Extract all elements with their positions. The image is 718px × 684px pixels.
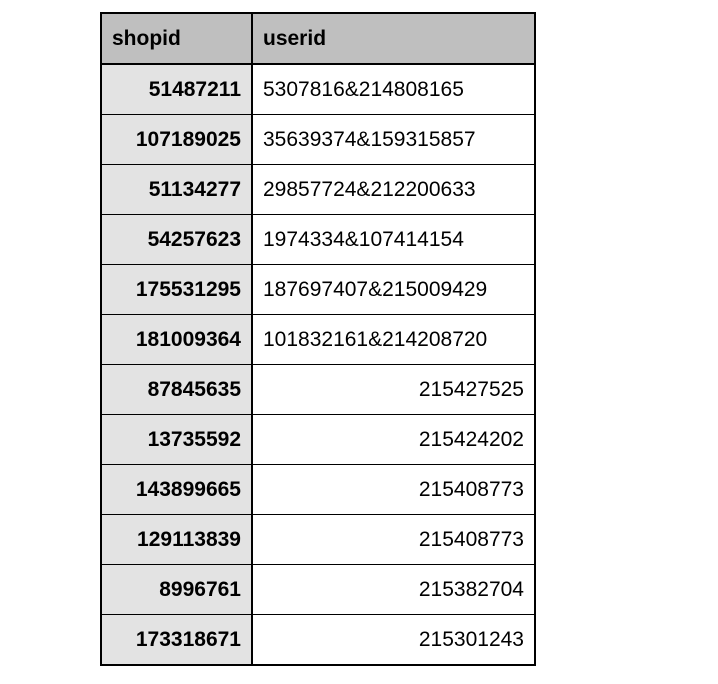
table-header-row: shopid userid xyxy=(101,13,535,64)
table-row: 181009364 101832161&214208720 xyxy=(101,315,535,365)
cell-userid: 187697407&215009429 xyxy=(252,265,535,315)
cell-shopid: 143899665 xyxy=(101,465,252,515)
cell-userid: 29857724&212200633 xyxy=(252,165,535,215)
cell-shopid: 181009364 xyxy=(101,315,252,365)
cell-shopid: 107189025 xyxy=(101,115,252,165)
cell-userid: 215382704 xyxy=(252,565,535,615)
table-row: 107189025 35639374&159315857 xyxy=(101,115,535,165)
cell-userid: 215408773 xyxy=(252,465,535,515)
cell-shopid: 51487211 xyxy=(101,64,252,115)
cell-userid: 215424202 xyxy=(252,415,535,465)
cell-shopid: 13735592 xyxy=(101,415,252,465)
table-row: 87845635 215427525 xyxy=(101,365,535,415)
table-row: 13735592 215424202 xyxy=(101,415,535,465)
table-row: 51134277 29857724&212200633 xyxy=(101,165,535,215)
cell-shopid: 129113839 xyxy=(101,515,252,565)
cell-userid: 101832161&214208720 xyxy=(252,315,535,365)
header-shopid: shopid xyxy=(101,13,252,64)
table-row: 175531295 187697407&215009429 xyxy=(101,265,535,315)
table-row: 143899665 215408773 xyxy=(101,465,535,515)
table-row: 129113839 215408773 xyxy=(101,515,535,565)
cell-shopid: 54257623 xyxy=(101,215,252,265)
cell-userid: 5307816&214808165 xyxy=(252,64,535,115)
cell-shopid: 87845635 xyxy=(101,365,252,415)
table-row: 173318671 215301243 xyxy=(101,615,535,666)
cell-shopid: 173318671 xyxy=(101,615,252,666)
cell-shopid: 175531295 xyxy=(101,265,252,315)
header-userid: userid xyxy=(252,13,535,64)
cell-userid: 215427525 xyxy=(252,365,535,415)
cell-userid: 215301243 xyxy=(252,615,535,666)
cell-userid: 215408773 xyxy=(252,515,535,565)
table-row: 8996761 215382704 xyxy=(101,565,535,615)
cell-shopid: 51134277 xyxy=(101,165,252,215)
table-row: 54257623 1974334&107414154 xyxy=(101,215,535,265)
cell-userid: 35639374&159315857 xyxy=(252,115,535,165)
cell-shopid: 8996761 xyxy=(101,565,252,615)
cell-userid: 1974334&107414154 xyxy=(252,215,535,265)
table-row: 51487211 5307816&214808165 xyxy=(101,64,535,115)
data-table: shopid userid 51487211 5307816&214808165… xyxy=(100,12,536,666)
